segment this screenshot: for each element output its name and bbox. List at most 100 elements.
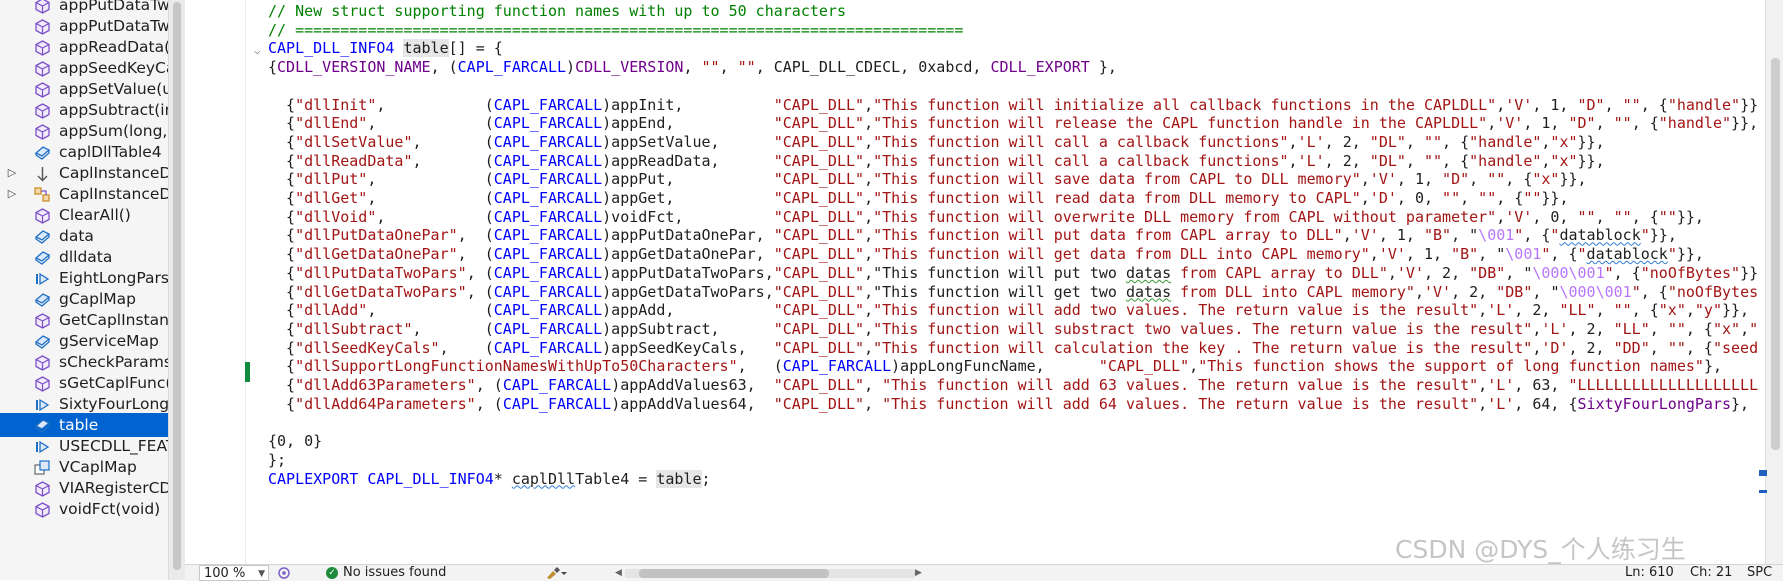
code-token: , [1532,282,1551,301]
code-token: , [1740,319,1750,338]
code-token: , 64, { [1514,394,1578,413]
code-token: , ( [376,95,494,114]
code-token: , ( [367,301,494,320]
code-token: SixtyFourLongPars [1577,394,1732,413]
code-token: )appGet, [602,189,774,207]
code-token: , [864,170,874,189]
code-token: "This function will get two [873,282,1126,301]
code-token: \001 [1505,245,1542,264]
code-token: from DLL into CAPL memory" [1171,282,1415,301]
line-indicator[interactable]: Ln: 610 [1625,565,1674,581]
collapse-chevron-icon[interactable]: ⌵ [254,44,261,57]
code-token: , [1360,170,1370,189]
code-token: , ( [367,189,494,207]
code-token: "B" [1423,226,1452,245]
code-token: "seed" [1712,338,1758,357]
code-token: , [864,114,874,133]
code-token: table [656,469,702,488]
code-token: , { [1631,301,1659,320]
code-token: , [864,263,874,282]
code-token: "" [1613,207,1632,226]
brush-icon[interactable] [545,565,585,581]
code-token: 'L' [1297,132,1325,151]
code-token: "x" [1550,151,1578,170]
code-token: , [864,151,874,170]
code-token: , [1342,226,1352,245]
code-token: "" [737,58,756,77]
code-token: "dllPutDataOnePar" [295,226,458,245]
code-token: , [683,58,702,77]
code-token: "dllSeedKeyCals" [295,338,440,357]
scroll-right-icon[interactable]: ▶ [915,565,922,581]
code-line[interactable]: {CDLL_VERSION_NAME, (CAPL_FARCALL)CDLL_V… [268,57,1117,78]
code-token: "x" [1712,319,1741,338]
code-token: "dllGetDataTwoPars" [295,282,467,301]
code-token: , { [1631,114,1659,133]
code-token: "dllPutDataTwoPars" [295,263,467,282]
whitespace-indicator[interactable]: SPC [1747,565,1772,581]
code-token: )appReadData, [602,151,774,170]
code-token: , [1595,207,1614,226]
code-token: , ( [457,245,494,264]
code-token: 'L' [1487,376,1515,394]
code-token: "" [1478,189,1497,207]
code-token: "dllAdd" [295,301,368,320]
editor-gutter [185,0,246,564]
code-token: "x" [1550,132,1578,151]
code-token: datas [1125,263,1172,282]
code-token: " [1577,245,1587,264]
macro-icon [34,270,51,286]
zoom-dropdown[interactable]: 100 % ▼ [199,565,269,581]
code-token: , ( [367,114,494,133]
editor-scroll-thumb[interactable] [1771,58,1780,450]
code-token: , [1414,282,1424,301]
code-token: 'V' [1378,245,1406,264]
code-token: , [1460,189,1479,207]
code-token: "CAPL_DLL" [1098,357,1190,376]
code-token: { [268,114,296,133]
code-token: "D" [1442,170,1470,189]
code-token: , [1649,338,1668,357]
code-token: "" [1658,207,1677,226]
code-token: // =====================================… [268,20,964,39]
code-token: }}, [1559,170,1587,189]
code-token: 'L' [1541,319,1569,338]
code-token: datablock [1586,245,1668,264]
code-token: "CAPL_DLL" [773,376,865,394]
code-token: [] = { [448,39,503,58]
cube-icon [34,354,51,371]
code-token: { [268,132,296,151]
tree-item[interactable]: voidFct(void) [0,497,168,521]
code-token: , [1478,301,1488,320]
code-token: )appPut, [602,170,774,189]
editor-vertical-scrollbar[interactable] [1765,0,1783,564]
sidebar-scroll-thumb[interactable] [173,2,181,570]
code-token: , ( [466,282,494,301]
issues-status[interactable]: No issues found [343,565,446,581]
code-token: , 0, [1396,189,1443,207]
code-token: , 2, [1324,151,1370,170]
code-token: , ( [376,207,494,226]
code-token: "DL" [1369,132,1406,151]
code-token: , 0, [1532,207,1578,226]
code-line[interactable]: {"dllAdd64Parameters", (CAPL_FARCALL)app… [268,394,1749,415]
code-token: , { [1505,170,1533,189]
column-indicator[interactable]: Ch: 21 [1690,565,1732,581]
code-token: { [268,301,296,320]
code-token: , 1, [1532,95,1578,114]
cube-icon [34,375,51,392]
sidebar-scrollbar[interactable] [168,0,185,580]
code-token: "CAPL_DLL" [773,226,865,245]
code-token: "dllEnd" [295,114,368,133]
scroll-left-icon[interactable]: ◀ [615,565,622,581]
code-line[interactable]: CAPLEXPORT CAPL_DLL_INFO4* caplDllTable4… [268,469,711,490]
editor-horizontal-scrollbar[interactable]: ◀ ▶ [615,565,925,581]
code-editor[interactable]: // New struct supporting function names … [268,0,1758,564]
copilot-icon[interactable] [277,565,293,581]
code-token: "" [1622,95,1641,114]
code-token: "CAPL_DLL" [773,319,865,338]
horizontal-scroll-thumb[interactable] [639,569,829,578]
code-token: datas [1125,282,1172,301]
code-token: , ( [412,151,494,170]
